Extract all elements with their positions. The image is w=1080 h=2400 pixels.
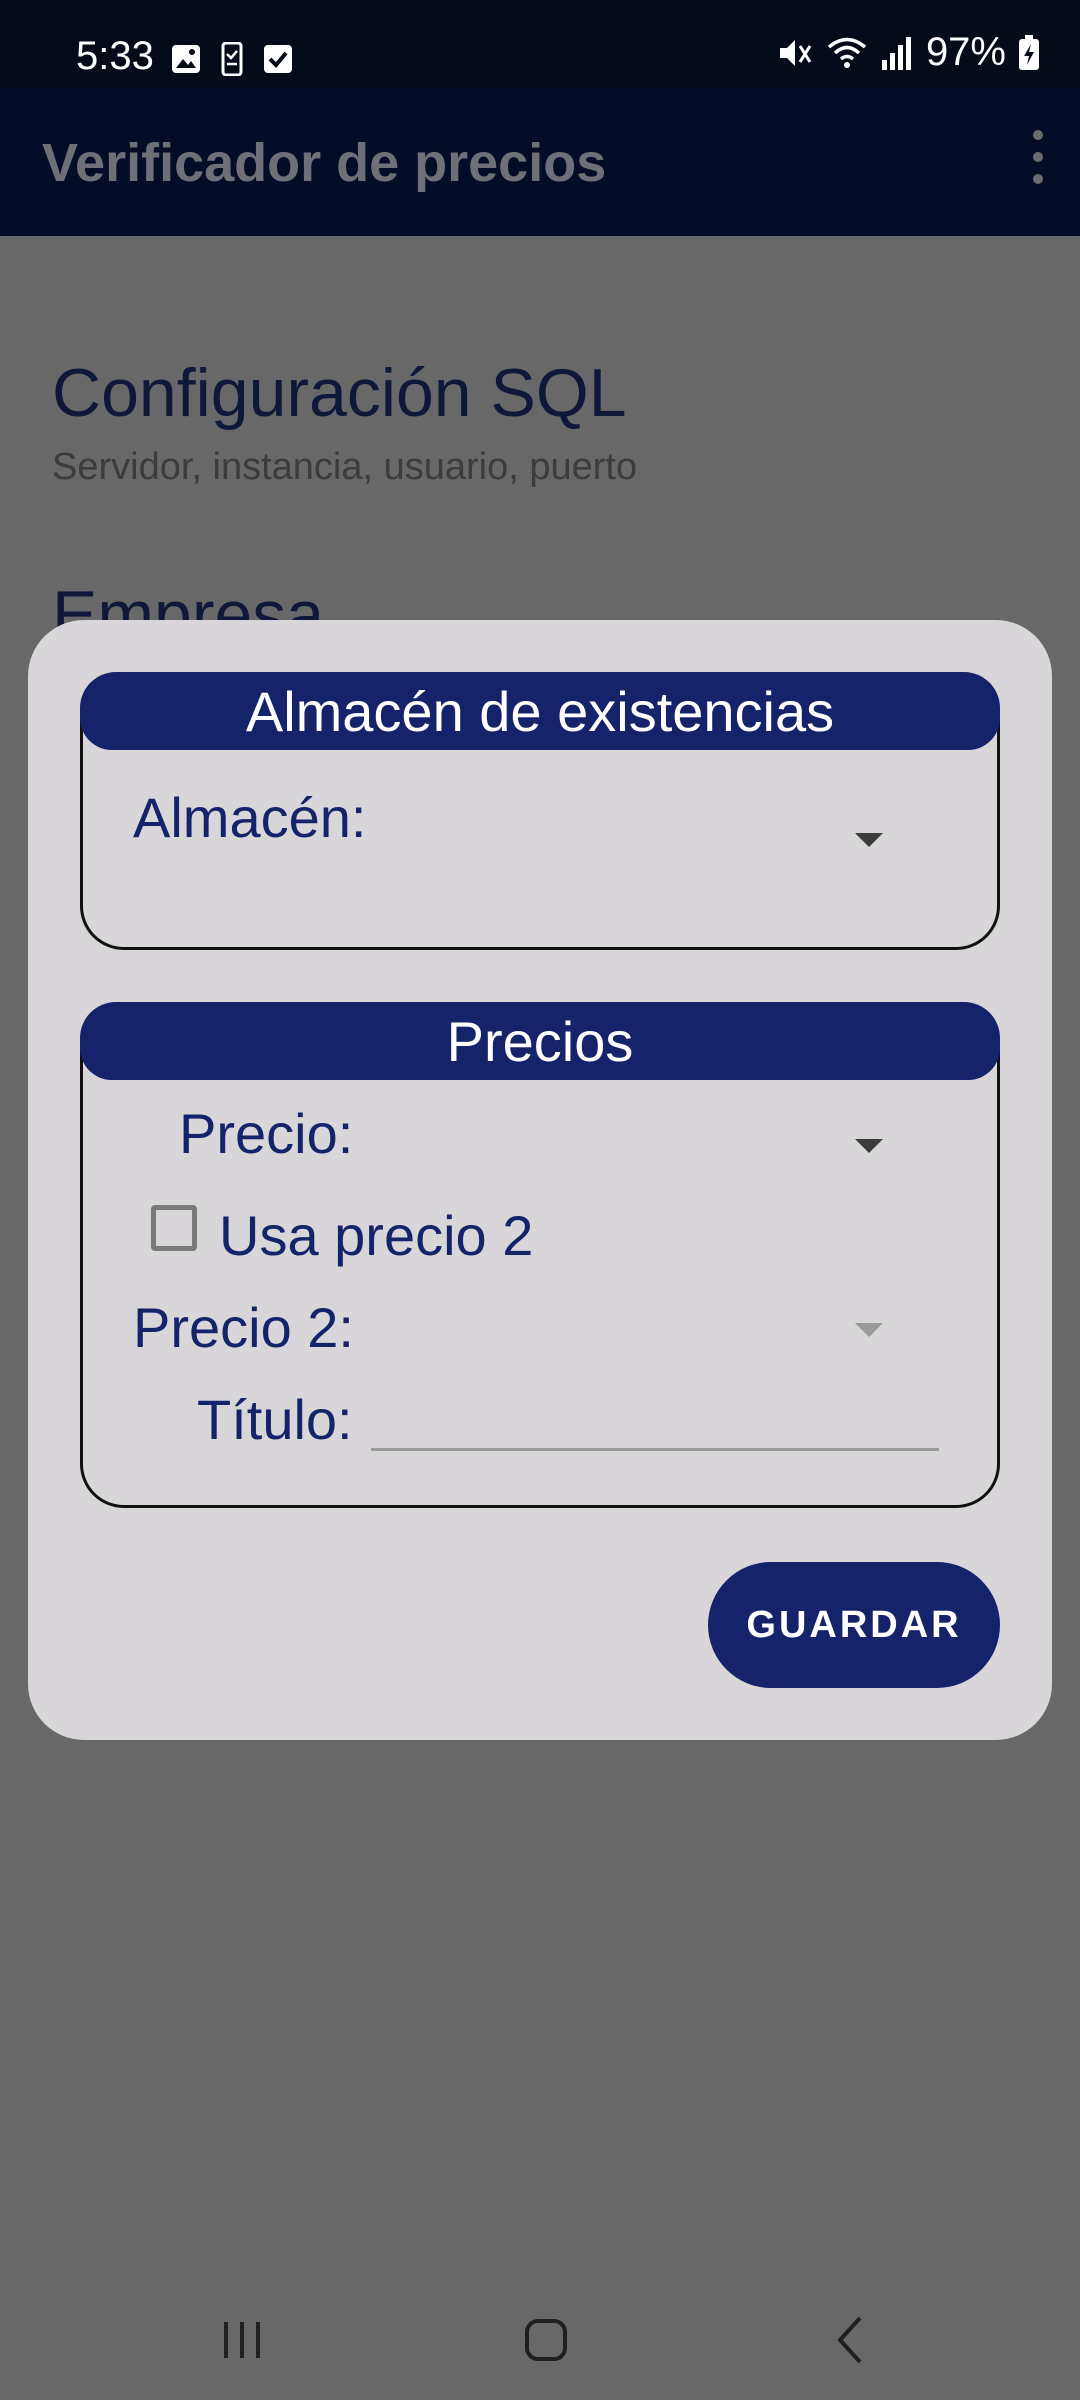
save-button[interactable]: GUARDAR (708, 1562, 1000, 1688)
back-icon[interactable] (808, 2310, 888, 2370)
battery-charging-icon (1019, 34, 1039, 70)
wifi-icon (827, 37, 867, 68)
pref-sql-title[interactable]: Configuración SQL (52, 354, 627, 432)
screen: 5:33 97% Verificador de precios Configur… (0, 0, 1080, 2400)
stock-group: Almacén de existencias Almacén: (80, 672, 1000, 950)
price-group: Precios Precio: Usa precio 2 Precio 2: T… (80, 1002, 1000, 1508)
use-price2-checkbox[interactable] (151, 1205, 197, 1251)
check-box-icon (264, 45, 292, 73)
status-system-icons: 97% (776, 30, 1040, 75)
chevron-down-icon (855, 833, 883, 847)
app-title: Verificador de precios (42, 133, 607, 193)
price2-label: Precio 2: (133, 1296, 354, 1359)
warehouse-label: Almacén: (133, 786, 367, 849)
use-price2-label[interactable]: Usa precio 2 (219, 1203, 533, 1268)
image-icon (172, 45, 200, 73)
chevron-down-icon (855, 1323, 883, 1337)
stock-group-header: Almacén de existencias (80, 672, 1000, 750)
status-notification-icons (170, 42, 294, 76)
title-input[interactable] (371, 1381, 939, 1451)
more-vert-icon[interactable] (1028, 130, 1048, 190)
signal-icon (881, 36, 911, 70)
price-dropdown[interactable] (383, 1097, 963, 1177)
recent-apps-icon[interactable] (202, 2310, 282, 2370)
warehouse-dropdown[interactable] (383, 785, 963, 865)
title-label: Título: (197, 1388, 353, 1451)
price-label: Precio: (179, 1102, 354, 1165)
settings-dialog: Almacén de existencias Almacén: Precios … (28, 620, 1052, 1740)
price2-dropdown[interactable] (383, 1285, 963, 1365)
home-icon[interactable] (505, 2310, 585, 2370)
phone-icon (221, 42, 243, 76)
app-bar: Verificador de precios (0, 88, 1080, 236)
price-group-header: Precios (80, 1002, 1000, 1080)
battery-percent: 97% (925, 30, 1006, 74)
status-bar: 5:33 97% (0, 0, 1080, 88)
mute-icon (779, 39, 812, 66)
pref-sql-summary: Servidor, instancia, usuario, puerto (52, 446, 638, 488)
status-time: 5:33 (76, 34, 154, 78)
navigation-bar (0, 2280, 1080, 2400)
chevron-down-icon (855, 1139, 883, 1153)
